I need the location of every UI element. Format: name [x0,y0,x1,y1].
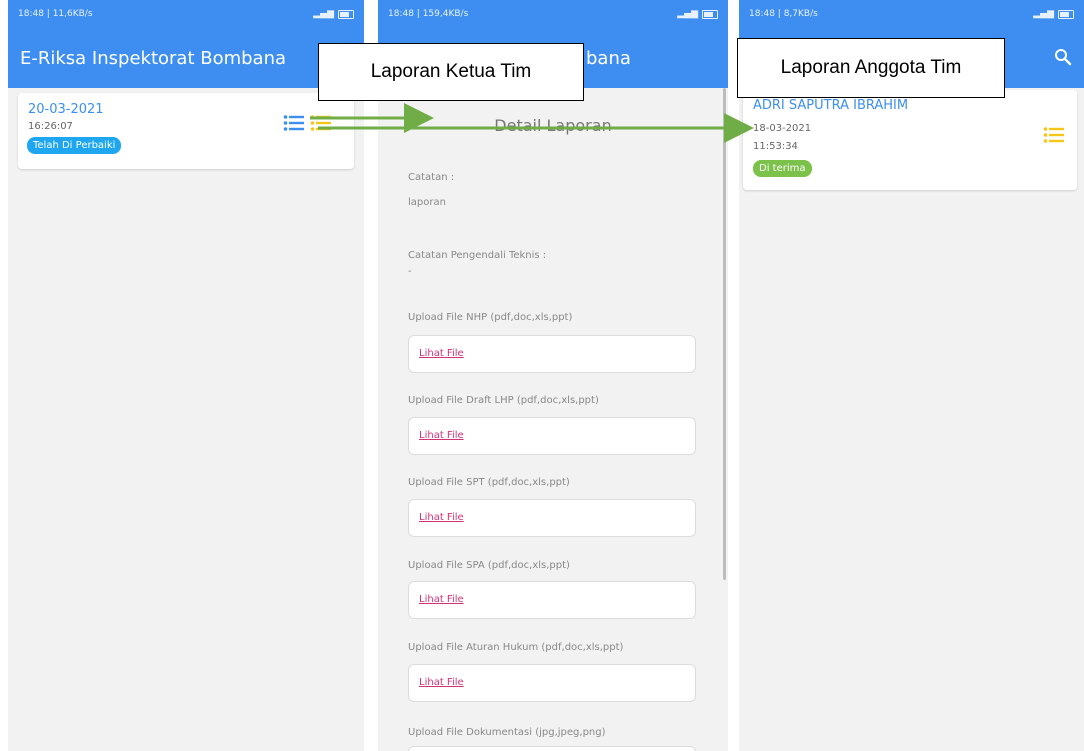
member-report-card[interactable]: ADRI SAPUTRA IBRAHIM 18-03-2021 11:53:34… [743,90,1077,190]
app-bar: E-Riksa Inspektorat Bombana [8,28,364,88]
status-time: 18:48 | 159,4KB/s [388,9,469,19]
catatan-value: laporan [408,197,446,208]
list-yellow-icon[interactable] [1043,125,1065,145]
detail-title: Detail Laporan [494,116,612,135]
scrollbar[interactable] [723,88,726,580]
status-icons: ▂▄▆ [1033,9,1074,19]
status-badge: Telah Di Perbaiki [27,137,122,154]
list-yellow-icon[interactable] [310,113,332,133]
member-name: ADRI SAPUTRA IBRAHIM [753,98,909,113]
search-icon[interactable] [1054,48,1072,66]
status-badge: Di terima [753,160,812,177]
signal-icon: ▂▄▆ [677,9,698,19]
view-file-link[interactable]: Lihat File [419,677,464,688]
status-bar: 18:48 | 159,4KB/s ▂▄▆ [378,0,728,28]
report-card[interactable]: 20-03-2021 16:26:07 Telah Di Perbaiki [18,93,354,169]
file-box-dokumentasi [408,746,696,751]
upload-label-dokumentasi: Upload File Dokumentasi (jpg,jpeg,png) [408,727,606,738]
callout-ketua-text: Laporan Ketua Tim [370,61,532,82]
upload-label-spt: Upload File SPT (pdf,doc,xls,ppt) [408,477,570,488]
callout-ketua: Laporan Ketua Tim [318,43,584,101]
catatan-pengendali-value: - [408,266,412,277]
catatan-label: Catatan : [408,172,455,183]
upload-label-spa: Upload File SPA (pdf,doc,xls,ppt) [408,560,570,571]
status-icons: ▂▄▆ [313,9,354,19]
file-box-nhp: Lihat File [408,335,696,373]
upload-label-nhp: Upload File NHP (pdf,doc,xls,ppt) [408,312,573,323]
signal-icon: ▂▄▆ [1033,9,1054,19]
screen-team-list: 18:48 | 11,6KB/s ▂▄▆ E-Riksa Inspektorat… [8,0,364,751]
list-blue-icon[interactable] [283,113,305,133]
status-time: 18:48 | 8,7KB/s [749,9,818,19]
view-file-link[interactable]: Lihat File [419,512,464,523]
upload-label-draft-lhp: Upload File Draft LHP (pdf,doc,xls,ppt) [408,395,599,406]
callout-anggota: Laporan Anggota Tim [737,38,1005,98]
upload-label-aturan-hukum: Upload File Aturan Hukum (pdf,doc,xls,pp… [408,642,624,653]
status-bar: 18:48 | 8,7KB/s ▂▄▆ [739,0,1084,28]
battery-icon [338,9,354,19]
file-box-spt: Lihat File [408,499,696,537]
view-file-link[interactable]: Lihat File [419,348,464,359]
status-time: 18:48 | 11,6KB/s [18,9,93,19]
report-date: 20-03-2021 [28,102,104,117]
file-box-draft-lhp: Lihat File [408,417,696,455]
signal-icon: ▂▄▆ [313,9,334,19]
battery-icon [702,9,718,19]
file-box-aturan-hukum: Lihat File [408,664,696,702]
view-file-link[interactable]: Lihat File [419,430,464,441]
report-time: 16:26:07 [28,121,73,132]
callout-anggota-text: Laporan Anggota Tim [780,57,962,78]
status-bar: 18:48 | 11,6KB/s ▂▄▆ [8,0,364,28]
battery-icon [1058,9,1074,19]
screen-detail-report: 18:48 | 159,4KB/s ▂▄▆ bana Detail Lapora… [378,0,728,751]
report-date: 18-03-2021 [753,123,812,134]
report-time: 11:53:34 [753,141,798,152]
catatan-pengendali-label: Catatan Pengendali Teknis : [408,250,547,261]
screen-member-list: 18:48 | 8,7KB/s ▂▄▆ ADRI SAPUTRA IBRAHIM… [739,0,1084,751]
app-title: bana [586,47,631,69]
file-box-spa: Lihat File [408,581,696,619]
status-icons: ▂▄▆ [677,9,718,19]
app-title: E-Riksa Inspektorat Bombana [20,47,287,69]
view-file-link[interactable]: Lihat File [419,594,464,605]
